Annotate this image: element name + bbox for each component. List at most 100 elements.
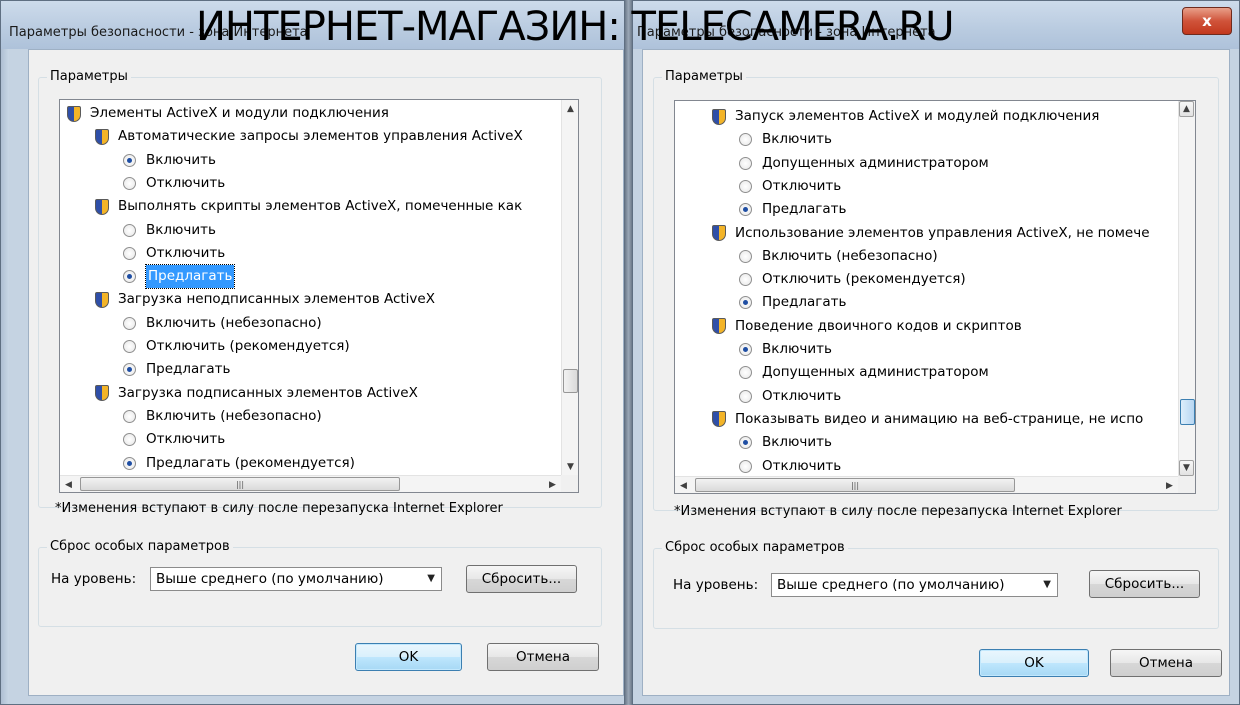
radio-unchecked-icon[interactable] bbox=[739, 179, 752, 193]
scroll-down-icon[interactable]: ▼ bbox=[562, 458, 578, 475]
scroll-right-icon[interactable]: ▶ bbox=[1161, 477, 1178, 493]
scroll-left-icon[interactable]: ◀ bbox=[60, 476, 77, 492]
settings-category: Запуск элементов ActiveX и модулей подкл… bbox=[712, 105, 1099, 128]
settings-option[interactable]: Включить (небезопасно) bbox=[123, 405, 322, 428]
security-settings-dialog-left: Параметры безопасности - зона Интернета … bbox=[0, 0, 625, 705]
shield-icon bbox=[95, 291, 109, 308]
settings-option[interactable]: Включить bbox=[123, 219, 216, 242]
settings-option[interactable]: Включить bbox=[739, 128, 832, 151]
horizontal-scrollbar[interactable]: ◀ ||| ▶ bbox=[60, 475, 561, 492]
close-icon[interactable]: x bbox=[1182, 7, 1232, 35]
reset-button[interactable]: Сбросить... bbox=[466, 565, 577, 593]
settings-option[interactable]: Включить bbox=[123, 149, 216, 172]
level-dropdown[interactable]: Выше среднего (по умолчанию) ▼ bbox=[771, 573, 1058, 597]
scroll-right-icon[interactable]: ▶ bbox=[544, 476, 561, 492]
scroll-up-icon[interactable]: ▲ bbox=[562, 100, 578, 117]
radio-unchecked-icon[interactable] bbox=[123, 176, 136, 190]
category-label: Показывать видео и анимацию на веб-стран… bbox=[735, 410, 1144, 427]
vertical-scrollbar[interactable]: ▲ ▼ bbox=[1178, 101, 1195, 476]
option-label: Отключить bbox=[146, 174, 226, 191]
settings-option[interactable]: Отключить bbox=[739, 385, 841, 408]
settings-option[interactable]: Отключить bbox=[123, 428, 225, 451]
settings-option[interactable]: Отключить (рекомендуется) bbox=[123, 335, 350, 358]
scroll-thumb-horizontal[interactable]: ||| bbox=[80, 477, 400, 491]
category-label: Запуск элементов ActiveX и модулей подкл… bbox=[735, 108, 1100, 124]
settings-option[interactable]: Предлагать bbox=[123, 358, 230, 381]
radio-unchecked-icon[interactable] bbox=[739, 156, 752, 170]
radio-unchecked-icon[interactable] bbox=[123, 433, 136, 447]
option-label: Отключить (рекомендуется) bbox=[762, 271, 966, 288]
settings-option[interactable]: Отключить bbox=[739, 455, 841, 477]
settings-list[interactable]: Запуск элементов ActiveX и модулей подкл… bbox=[674, 100, 1196, 494]
radio-unchecked-icon[interactable] bbox=[739, 389, 752, 403]
cancel-button[interactable]: Отмена bbox=[1110, 649, 1222, 677]
radio-checked-icon[interactable] bbox=[123, 456, 136, 470]
scroll-up-icon[interactable]: ▲ bbox=[1179, 101, 1194, 117]
horizontal-scrollbar[interactable]: ◀ ||| ▶ bbox=[675, 476, 1178, 493]
radio-unchecked-icon[interactable] bbox=[739, 133, 752, 147]
radio-checked-icon[interactable] bbox=[123, 363, 136, 377]
dialog-body: Параметры Запуск элементов ActiveX и мод… bbox=[642, 49, 1230, 696]
radio-unchecked-icon[interactable] bbox=[123, 409, 136, 423]
shield-icon bbox=[712, 225, 726, 241]
scroll-thumb-vertical[interactable] bbox=[563, 369, 578, 393]
radio-checked-icon[interactable] bbox=[123, 153, 136, 167]
settings-option[interactable]: Отключить bbox=[123, 242, 225, 265]
category-label: Выполнять скрипты элементов ActiveX, пом… bbox=[118, 198, 523, 215]
option-label: Допущенных администратором bbox=[762, 154, 989, 171]
radio-unchecked-icon[interactable] bbox=[739, 273, 752, 287]
window-separator bbox=[625, 0, 632, 705]
level-value: Выше среднего (по умолчанию) bbox=[777, 577, 1005, 593]
ok-button[interactable]: OK bbox=[355, 643, 462, 671]
settings-option[interactable]: Предлагать bbox=[739, 198, 846, 221]
option-label: Предлагать bbox=[762, 201, 847, 218]
scroll-down-icon[interactable]: ▼ bbox=[1179, 460, 1194, 476]
radio-checked-icon[interactable] bbox=[739, 436, 752, 450]
ok-button[interactable]: OK bbox=[979, 649, 1089, 677]
settings-option[interactable]: Предлагать bbox=[739, 291, 846, 314]
option-label: Допущенных администратором bbox=[762, 364, 989, 381]
cancel-button[interactable]: Отмена bbox=[487, 643, 599, 671]
radio-unchecked-icon[interactable] bbox=[123, 340, 136, 353]
scroll-left-icon[interactable]: ◀ bbox=[675, 477, 692, 493]
dialog-body: Параметры Элементы ActiveX и модули подк… bbox=[28, 49, 624, 696]
vertical-scrollbar[interactable]: ▲ ▼ bbox=[561, 100, 578, 475]
radio-unchecked-icon[interactable] bbox=[739, 459, 752, 473]
settings-option[interactable]: Допущенных администратором bbox=[739, 361, 989, 384]
restart-note: *Изменения вступают в силу после перезап… bbox=[674, 504, 1122, 519]
settings-category: Загрузка неподписанных элементов ActiveX bbox=[95, 288, 435, 311]
radio-unchecked-icon[interactable] bbox=[739, 366, 752, 380]
level-dropdown[interactable]: Выше среднего (по умолчанию) ▼ bbox=[150, 567, 442, 591]
settings-option[interactable]: Включить (небезопасно) bbox=[739, 245, 938, 268]
watermark-text: ИНТЕРНЕТ-МАГАЗИН: TELECAMERA.RU bbox=[196, 4, 954, 50]
scroll-thumb-vertical[interactable] bbox=[1180, 399, 1195, 425]
radio-checked-icon[interactable] bbox=[739, 203, 752, 217]
shield-icon bbox=[712, 411, 726, 428]
settings-option[interactable]: Допущенных администратором bbox=[739, 152, 989, 175]
option-label: Включить bbox=[762, 341, 832, 357]
radio-unchecked-icon[interactable] bbox=[739, 249, 752, 263]
reset-group-title: Сброс особых параметров bbox=[662, 540, 848, 555]
option-label: Включить bbox=[762, 131, 832, 148]
settings-option[interactable]: Включить bbox=[739, 431, 832, 454]
radio-unchecked-icon[interactable] bbox=[123, 316, 136, 330]
radio-checked-icon[interactable] bbox=[123, 270, 136, 284]
radio-unchecked-icon[interactable] bbox=[123, 223, 136, 237]
scroll-thumb-horizontal[interactable]: ||| bbox=[695, 478, 1015, 492]
settings-option[interactable]: Включить bbox=[739, 338, 832, 361]
settings-option[interactable]: Включить (небезопасно) bbox=[123, 312, 322, 335]
settings-option[interactable]: Предлагать bbox=[123, 264, 236, 290]
settings-list[interactable]: Элементы ActiveX и модули подключения Авт… bbox=[59, 99, 579, 493]
shield-icon bbox=[95, 128, 109, 145]
reset-group-title: Сброс особых параметров bbox=[47, 539, 233, 554]
settings-option[interactable]: Отключить bbox=[123, 172, 225, 195]
radio-checked-icon[interactable] bbox=[739, 343, 752, 356]
category-label: Элементы ActiveX и модули подключения bbox=[90, 105, 389, 121]
settings-option[interactable]: Предлагать (рекомендуется) bbox=[123, 452, 355, 475]
category-label: Автоматические запросы элементов управле… bbox=[118, 128, 523, 145]
radio-checked-icon[interactable] bbox=[739, 296, 752, 310]
reset-button[interactable]: Сбросить... bbox=[1089, 570, 1200, 598]
radio-unchecked-icon[interactable] bbox=[123, 246, 136, 260]
settings-option[interactable]: Отключить (рекомендуется) bbox=[739, 268, 966, 291]
settings-option[interactable]: Отключить bbox=[739, 175, 841, 198]
